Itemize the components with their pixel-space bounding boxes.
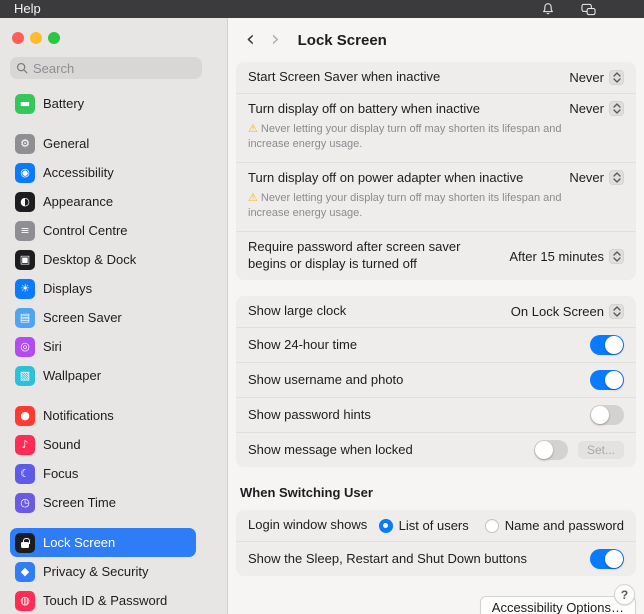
menu-help[interactable]: Help xyxy=(14,0,41,18)
chevron-updown-icon xyxy=(609,70,624,85)
sidebar-item-desktop-dock[interactable]: ▣ Desktop & Dock xyxy=(10,245,196,274)
screen-saver-icon: ▤ xyxy=(15,307,35,328)
warning-icon: ⚠ xyxy=(248,191,258,205)
login-window-radio-group: List of users Name and password xyxy=(378,518,624,533)
sidebar-item-appearance[interactable]: ◐ Appearance xyxy=(10,187,196,216)
sidebar-item-screen-saver[interactable]: ▤ Screen Saver xyxy=(10,303,196,332)
setting-row-large-clock: Show large clock On Lock Screen xyxy=(236,296,636,327)
footer-actions: Accessibility Options… xyxy=(236,596,636,614)
sidebar-item-sound[interactable]: ♪ Sound xyxy=(10,430,196,459)
sidebar: Search ▬ Battery ⚙ General ◉ Accessibili… xyxy=(0,18,228,614)
panel-header: ‹ › Lock Screen xyxy=(228,18,644,62)
sleep-restart-shutdown-toggle[interactable] xyxy=(590,549,624,570)
page-title: Lock Screen xyxy=(297,31,387,49)
large-clock-dropdown[interactable]: On Lock Screen xyxy=(511,304,624,320)
chevron-updown-icon xyxy=(609,170,624,186)
radio-selected-icon xyxy=(378,518,393,533)
appearance-icon: ◐ xyxy=(15,191,35,212)
lock-screen-options-group: Show large clock On Lock Screen Show 24-… xyxy=(236,296,636,468)
setting-row-login-window: Login window shows List of users Name an… xyxy=(248,517,624,534)
screen-mirroring-icon[interactable] xyxy=(580,1,596,17)
setting-row-display-off-battery: Turn display off on battery when inactiv… xyxy=(236,93,636,162)
system-settings-window: Search ▬ Battery ⚙ General ◉ Accessibili… xyxy=(0,18,644,614)
setting-row-password-hints: Show password hints xyxy=(236,397,636,432)
accessibility-icon: ◉ xyxy=(15,162,35,183)
setting-row-username-photo: Show username and photo xyxy=(236,362,636,397)
setting-row-display-off-power: Turn display off on power adapter when i… xyxy=(236,162,636,231)
require-password-dropdown[interactable]: After 15 minutes xyxy=(509,248,624,264)
setting-row-sleep-restart-shutdown: Show the Sleep, Restart and Shut Down bu… xyxy=(236,541,636,576)
sidebar-item-accessibility[interactable]: ◉ Accessibility xyxy=(10,158,196,187)
wallpaper-icon: ▧ xyxy=(15,365,35,386)
screensaver-dropdown[interactable]: Never xyxy=(569,70,624,85)
siri-icon: ◎ xyxy=(15,336,35,357)
privacy-security-icon: ◆ xyxy=(15,561,35,582)
sidebar-item-screen-time[interactable]: ◷ Screen Time xyxy=(10,488,196,517)
24-hour-time-toggle[interactable] xyxy=(590,335,624,356)
sound-icon: ♪ xyxy=(15,434,35,455)
sidebar-item-wallpaper[interactable]: ▧ Wallpaper xyxy=(10,361,196,390)
section-title-switching-user: When Switching User xyxy=(240,485,373,501)
sidebar-item-siri[interactable]: ◎ Siri xyxy=(10,332,196,361)
search-input[interactable]: Search xyxy=(10,57,202,79)
warning-caption: ⚠ Never letting your display turn off may… xyxy=(248,191,562,220)
desktop-dock-icon: ▣ xyxy=(15,249,35,270)
warning-icon: ⚠ xyxy=(248,121,258,135)
display-off-battery-dropdown[interactable]: Never xyxy=(569,101,624,116)
search-placeholder: Search xyxy=(33,60,75,76)
setting-row-screensaver: Start Screen Saver when inactive Never xyxy=(236,62,636,93)
sidebar-item-general[interactable]: ⚙ General xyxy=(10,129,196,158)
setting-row-24-hour: Show 24-hour time xyxy=(236,327,636,362)
chevron-updown-icon xyxy=(609,101,624,116)
sidebar-item-notifications[interactable]: ● Notifications xyxy=(10,401,196,430)
back-button[interactable]: ‹ xyxy=(238,29,263,51)
set-message-button[interactable]: Set... xyxy=(577,441,624,460)
menu-bar: Help xyxy=(0,0,644,18)
accessibility-options-button[interactable]: Accessibility Options… xyxy=(479,596,636,614)
setting-row-message-when-locked: Show message when locked Set... xyxy=(236,432,636,467)
zoom-button[interactable] xyxy=(48,32,60,44)
radio-unselected-icon xyxy=(484,518,499,533)
sidebar-item-focus[interactable]: ☾ Focus xyxy=(10,459,196,488)
lock-icon xyxy=(15,532,35,553)
sidebar-nav: ▬ Battery ⚙ General ◉ Accessibility ◐ Ap… xyxy=(10,89,196,614)
gear-icon: ⚙ xyxy=(15,133,35,154)
sidebar-item-privacy-security[interactable]: ◆ Privacy & Security xyxy=(10,557,196,586)
chevron-updown-icon xyxy=(609,248,624,264)
sidebar-item-touch-id[interactable]: ◍ Touch ID & Password xyxy=(10,586,196,614)
menubar-status-icons xyxy=(540,0,596,18)
screensaver-display-group: Start Screen Saver when inactive Never T… xyxy=(236,62,636,281)
displays-icon: ☀ xyxy=(15,278,35,299)
screen-time-icon: ◷ xyxy=(15,492,35,513)
chevron-updown-icon xyxy=(609,304,624,320)
radio-name-and-password[interactable]: Name and password xyxy=(484,518,624,533)
battery-icon: ▬ xyxy=(15,93,35,114)
warning-caption: ⚠ Never letting your display turn off may… xyxy=(248,121,562,151)
sidebar-item-battery[interactable]: ▬ Battery xyxy=(10,89,196,118)
sidebar-item-control-centre[interactable]: ≡ Control Centre xyxy=(10,216,196,245)
switching-user-group: Login window shows List of users Name an… xyxy=(236,510,636,577)
username-photo-toggle[interactable] xyxy=(590,370,624,391)
focus-icon: ☾ xyxy=(15,463,35,484)
search-icon xyxy=(16,62,28,74)
control-centre-icon: ≡ xyxy=(15,220,35,241)
help-button[interactable]: ? xyxy=(614,584,635,605)
window-controls xyxy=(10,32,227,44)
settings-body: Start Screen Saver when inactive Never T… xyxy=(228,62,644,614)
password-hints-toggle[interactable] xyxy=(590,405,624,426)
notifications-icon: ● xyxy=(15,405,35,426)
setting-row-require-password: Require password after screen saver begi… xyxy=(236,231,636,280)
sidebar-item-displays[interactable]: ☀ Displays xyxy=(10,274,196,303)
forward-button[interactable]: › xyxy=(263,29,288,51)
bell-icon[interactable] xyxy=(540,1,556,17)
main-panel: ‹ › Lock Screen Start Screen Saver when … xyxy=(228,18,644,614)
close-button[interactable] xyxy=(12,32,24,44)
sidebar-item-lock-screen[interactable]: Lock Screen xyxy=(10,528,196,557)
minimize-button[interactable] xyxy=(30,32,42,44)
display-off-power-dropdown[interactable]: Never xyxy=(569,170,624,186)
radio-list-of-users[interactable]: List of users xyxy=(378,518,469,533)
touch-id-icon: ◍ xyxy=(15,590,35,611)
message-when-locked-toggle[interactable] xyxy=(533,440,568,461)
